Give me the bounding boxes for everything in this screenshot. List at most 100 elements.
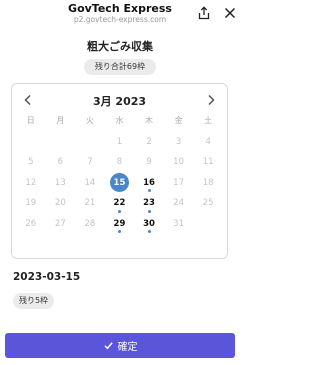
selected-date: 2023-03-15 <box>13 271 81 283</box>
day-number: 8 <box>116 157 123 168</box>
calendar-week: 26 27 28 29 30 31 <box>16 214 223 234</box>
day-number: 10 <box>173 157 184 168</box>
day-number: 1 <box>116 137 123 147</box>
chevron-right-icon[interactable] <box>204 93 218 107</box>
calendar-day-empty <box>75 132 105 152</box>
day-number: 5 <box>28 157 34 168</box>
availability-dot <box>117 230 121 234</box>
calendar-day: 2 <box>134 132 164 152</box>
calendar-day[interactable]: 30 <box>134 214 164 234</box>
calendar-header: 3月 2023 <box>12 84 227 116</box>
day-number: 9 <box>146 157 152 168</box>
month-label: 3月 2023 <box>92 95 147 108</box>
calendar-day-empty <box>16 132 46 152</box>
day-number: 26 <box>25 218 37 229</box>
weekday-label: 月 <box>56 116 65 125</box>
close-icon[interactable] <box>223 6 237 20</box>
day-number: 12 <box>25 177 37 188</box>
day-number: 21 <box>84 198 96 209</box>
calendar-day: 8 <box>105 152 135 172</box>
day-number: 17 <box>173 177 184 188</box>
day-number: 30 <box>143 218 155 229</box>
calendar-week: 1 2 3 4 <box>16 132 223 152</box>
day-number: 11 <box>202 157 214 168</box>
calendar-day[interactable]: 16 <box>134 173 164 193</box>
calendar-grid: 1 2 3 4 5 6 7 8 9 10 11 12 13 14 15 16 17 18 19 20 21 22 23 24 2… <box>16 132 223 234</box>
calendar-day: 10 <box>164 152 194 172</box>
day-number: 3 <box>175 137 182 147</box>
calendar-week: 12 13 14 15 16 17 18 <box>16 173 223 193</box>
calendar-day: 7 <box>75 152 105 172</box>
calendar-day: 14 <box>75 173 105 193</box>
page-title: 粗大ごみ収集 <box>87 40 153 53</box>
day-number: 27 <box>54 218 66 229</box>
day-number: 23 <box>143 198 155 209</box>
day-number: 31 <box>173 218 184 229</box>
calendar-day[interactable]: 29 <box>105 214 135 234</box>
calendar-day: 25 <box>193 193 223 213</box>
availability-dot <box>147 209 151 213</box>
calendar-day: 19 <box>16 193 46 213</box>
day-number: 16 <box>143 177 155 188</box>
remaining-total-badge: 残り合計69枠 <box>84 59 156 75</box>
calendar-day: 26 <box>16 214 46 234</box>
calendar-week: 19 20 21 22 23 24 25 <box>16 193 223 213</box>
availability-dot <box>147 230 151 234</box>
calendar-day: 13 <box>46 173 76 193</box>
day-number: 24 <box>173 198 184 209</box>
day-number: 4 <box>205 137 211 147</box>
weekday-label: 水 <box>115 116 124 125</box>
calendar-day-empty <box>193 214 223 234</box>
booking-sheet: GovTech Express p2.govtech-express.com 粗… <box>0 0 240 365</box>
day-number: 28 <box>84 218 96 229</box>
calendar-week: 5 6 7 8 9 10 11 <box>16 152 223 172</box>
weekday-label: 金 <box>174 116 183 125</box>
calendar-day[interactable]: 23 <box>134 193 164 213</box>
calendar-day: 17 <box>164 173 194 193</box>
calendar-day: 5 <box>16 152 46 172</box>
share-icon[interactable] <box>197 6 211 20</box>
day-number: 6 <box>57 157 64 168</box>
weekday-label: 火 <box>85 116 94 125</box>
day-number: 22 <box>113 198 126 209</box>
calendar-day: 12 <box>16 173 46 193</box>
day-number: 20 <box>54 198 66 209</box>
remaining-slots-badge: 残り5枠 <box>13 293 54 309</box>
calendar-day: 4 <box>193 132 223 152</box>
calendar-day: 31 <box>164 214 194 234</box>
calendar-day: 28 <box>75 214 105 234</box>
calendar-day[interactable]: 22 <box>105 193 135 213</box>
day-number: 15 <box>113 177 126 188</box>
weekday-label: 木 <box>145 116 154 125</box>
calendar-day: 27 <box>46 214 76 234</box>
calendar-day[interactable]: 15 <box>105 173 135 193</box>
calendar-day-empty <box>46 132 76 152</box>
day-number: 14 <box>84 177 96 188</box>
check-icon <box>103 342 113 350</box>
calendar-day: 3 <box>164 132 194 152</box>
confirm-label: 確定 <box>117 342 138 353</box>
calendar-day: 6 <box>46 152 76 172</box>
calendar-day: 11 <box>193 152 223 172</box>
availability-dot <box>117 209 121 213</box>
day-number: 18 <box>202 177 214 188</box>
calendar-day: 9 <box>134 152 164 172</box>
day-number: 13 <box>54 177 66 188</box>
day-number: 7 <box>87 157 93 168</box>
day-number: 19 <box>25 198 37 209</box>
weekday-label: 日 <box>26 116 35 125</box>
day-number: 2 <box>146 137 152 147</box>
app-header: GovTech Express p2.govtech-express.com <box>0 0 240 28</box>
calendar-day: 24 <box>164 193 194 213</box>
calendar-day: 1 <box>105 132 135 152</box>
day-number: 25 <box>202 198 214 209</box>
weekday-row: 日 月 火 水 木 金 土 <box>16 115 223 129</box>
confirm-button[interactable]: 確定 <box>5 333 235 358</box>
calendar-day: 20 <box>46 193 76 213</box>
calendar: 3月 2023 日 月 火 水 木 金 土 1 2 3 4 5 6 7 8 9 10 11 12 13 1… <box>11 83 228 259</box>
availability-dot <box>147 189 151 193</box>
calendar-day: 18 <box>193 173 223 193</box>
day-number: 29 <box>113 218 126 229</box>
calendar-day: 21 <box>75 193 105 213</box>
weekday-label: 土 <box>204 116 213 125</box>
